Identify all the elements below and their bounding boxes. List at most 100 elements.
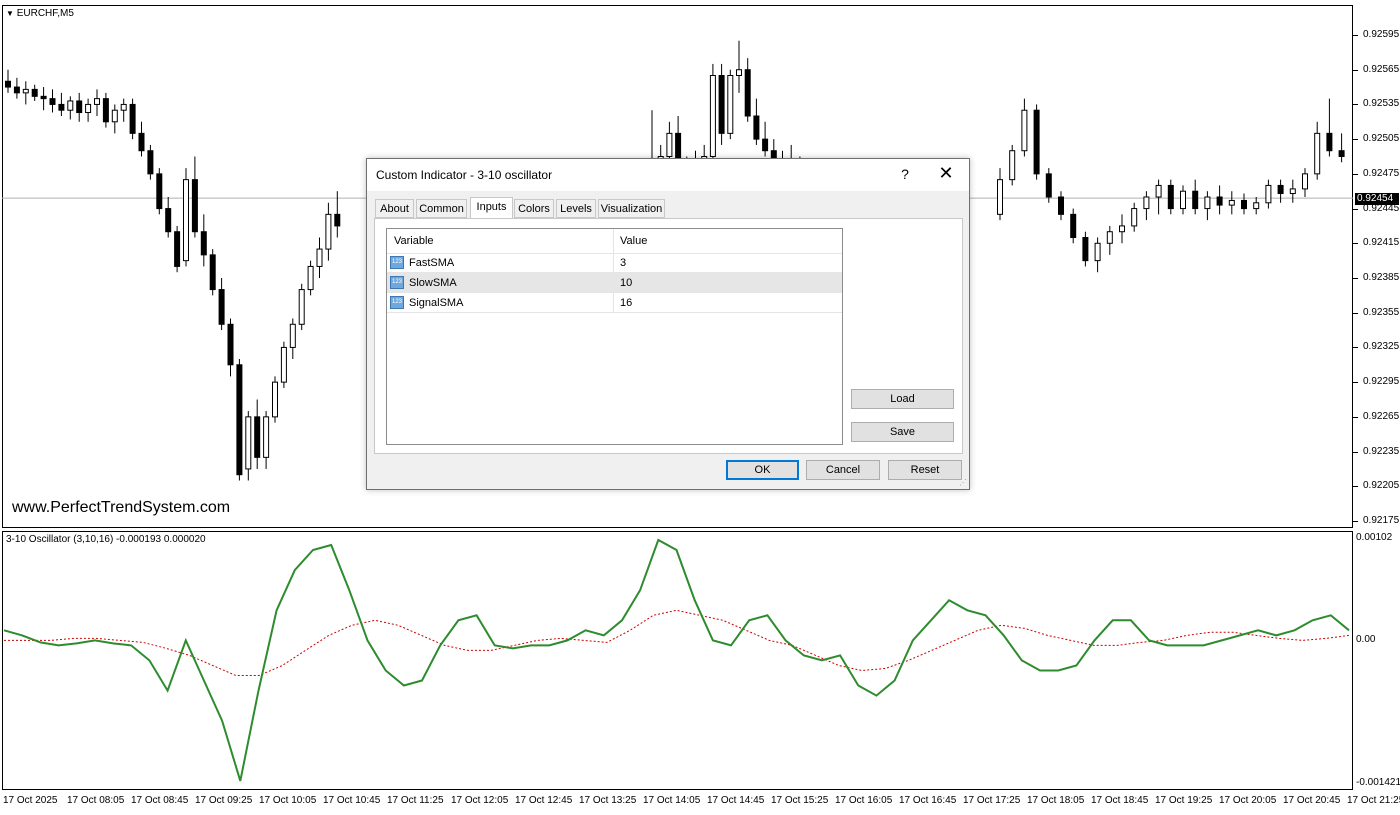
candle xyxy=(1302,168,1308,197)
candle xyxy=(1045,168,1052,203)
tab-visualization[interactable]: Visualization xyxy=(598,199,665,218)
price-tick xyxy=(1353,278,1358,279)
candle xyxy=(1155,179,1162,215)
oscillator-chart[interactable] xyxy=(0,530,1400,790)
tab-inputs[interactable]: Inputs xyxy=(470,197,513,219)
candle xyxy=(272,376,278,423)
candle xyxy=(1058,191,1064,221)
input-row-fastsma[interactable]: 123 FastSMA 3 xyxy=(387,253,842,273)
price-tick xyxy=(1353,521,1358,522)
time-tick-label: 17 Oct 20:05 xyxy=(1219,795,1277,806)
candle xyxy=(1314,121,1321,180)
candle xyxy=(325,202,332,261)
tab-common[interactable]: Common xyxy=(416,199,467,218)
price-tick xyxy=(1353,208,1358,210)
candle xyxy=(85,98,92,122)
candle xyxy=(307,260,314,296)
price-tick xyxy=(1353,243,1358,245)
candle xyxy=(200,214,207,267)
time-tick-label: 17 Oct 10:05 xyxy=(259,795,317,806)
price-tick-label: 0.92535 xyxy=(1363,98,1400,110)
time-tick-label: 17 Oct 10:45 xyxy=(323,795,381,806)
candle xyxy=(76,92,83,122)
tab-levels[interactable]: Levels xyxy=(556,199,596,218)
help-button[interactable]: ? xyxy=(897,166,913,182)
time-tick-label: 17 Oct 14:05 xyxy=(643,795,701,806)
dialog-title: Custom Indicator - 3-10 oscillator xyxy=(376,168,553,182)
row-value[interactable]: 10 xyxy=(620,277,632,289)
time-tick-label: 17 Oct 19:25 xyxy=(1155,795,1213,806)
ok-button[interactable]: OK xyxy=(726,460,799,480)
price-tick xyxy=(1353,69,1358,71)
candle xyxy=(1021,98,1028,157)
time-tick-label: 17 Oct 12:45 xyxy=(515,795,573,806)
candle xyxy=(1180,185,1186,215)
tab-colors[interactable]: Colors xyxy=(514,199,554,218)
price-tick xyxy=(1353,451,1358,453)
candle xyxy=(1106,225,1113,255)
candle xyxy=(120,98,127,122)
price-tick-label: 0.92385 xyxy=(1363,272,1400,283)
time-tick-label: 17 Oct 16:45 xyxy=(899,795,957,806)
candle xyxy=(1241,193,1247,215)
column-value: Value xyxy=(620,235,648,247)
row-value[interactable]: 16 xyxy=(620,297,632,309)
dialog-titlebar[interactable]: Custom Indicator - 3-10 oscillator ? ✕ xyxy=(367,159,969,191)
grid-header: Variable Value xyxy=(387,229,842,254)
candle xyxy=(111,104,118,134)
row-name: FastSMA xyxy=(409,257,455,269)
integer-icon: 123 xyxy=(390,296,404,309)
candle xyxy=(31,84,38,101)
resize-grip-icon[interactable]: ⋰ xyxy=(959,478,967,487)
custom-indicator-dialog[interactable]: Custom Indicator - 3-10 oscillator ? ✕ A… xyxy=(366,158,970,490)
candle xyxy=(245,411,252,481)
price-tick-label: 0.92295 xyxy=(1363,376,1400,388)
row-name: SlowSMA xyxy=(409,277,457,289)
time-tick-label: 17 Oct 09:25 xyxy=(195,795,253,806)
candle xyxy=(263,411,270,469)
oscillator-line xyxy=(3,538,1350,782)
price-tick-label: 0.92475 xyxy=(1363,167,1400,179)
tab-about[interactable]: About xyxy=(375,199,414,218)
candle xyxy=(1070,208,1077,244)
candle xyxy=(1131,202,1138,232)
price-tick-label: 0.92355 xyxy=(1363,306,1400,318)
watermark: www.PerfectTrendSystem.com xyxy=(12,499,231,516)
candle xyxy=(298,283,305,331)
close-button[interactable]: ✕ xyxy=(937,163,955,184)
candle xyxy=(191,156,198,238)
input-row-slowsma[interactable]: 123 SlowSMA 10 xyxy=(387,273,842,293)
candle xyxy=(58,92,65,116)
candle xyxy=(40,87,47,111)
candle xyxy=(1216,185,1223,215)
chart-symbol-label: ▼ EURCHF,M5 xyxy=(6,8,74,19)
price-tick xyxy=(1353,347,1358,349)
time-tick-label: 17 Oct 15:25 xyxy=(771,795,829,806)
reset-button[interactable]: Reset xyxy=(888,460,962,480)
inputs-grid[interactable]: Variable Value 123 FastSMA 3 123 SlowSMA… xyxy=(386,228,843,445)
candle xyxy=(1204,191,1211,221)
save-button[interactable]: Save xyxy=(851,422,954,442)
candle xyxy=(236,359,243,481)
load-button[interactable]: Load xyxy=(851,389,954,409)
cancel-button[interactable]: Cancel xyxy=(806,460,880,480)
candle xyxy=(1338,133,1345,163)
input-row-signalsma[interactable]: 123 SignalSMA 16 xyxy=(387,293,842,313)
candle xyxy=(1289,179,1296,203)
time-tick-label: 17 Oct 16:05 xyxy=(835,795,893,806)
price-tick xyxy=(1353,35,1358,36)
row-value[interactable]: 3 xyxy=(620,257,626,269)
oscillator-title: 3-10 Oscillator (3,10,16) -0.000193 0.00… xyxy=(6,534,206,545)
dropdown-icon[interactable]: ▼ xyxy=(6,9,14,18)
candle xyxy=(174,225,181,273)
price-tick-label: 0.92175 xyxy=(1363,515,1400,526)
candle xyxy=(1192,179,1199,215)
time-tick-label: 17 Oct 2025 xyxy=(3,795,58,806)
candle xyxy=(1228,191,1235,215)
candle xyxy=(5,69,11,93)
integer-icon: 123 xyxy=(390,276,404,289)
price-tick-label: 0.92565 xyxy=(1363,63,1400,75)
candle xyxy=(744,58,751,122)
candle xyxy=(209,249,216,296)
candle xyxy=(1009,144,1016,186)
